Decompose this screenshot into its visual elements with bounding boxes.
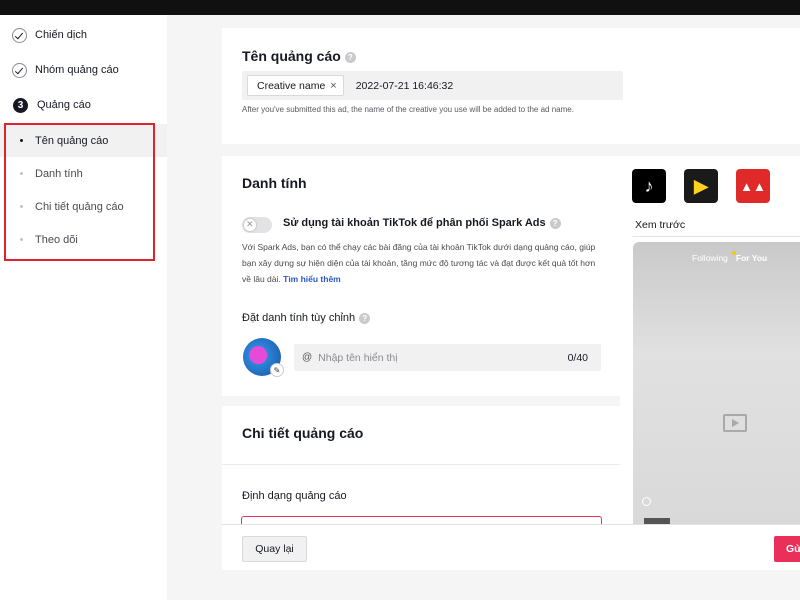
at-icon: @ bbox=[302, 352, 313, 363]
info-icon[interactable]: ? bbox=[549, 217, 561, 229]
step-number-badge: 3 bbox=[13, 97, 28, 113]
sidebar-item-ad-name[interactable]: Tên quảng cáo bbox=[0, 124, 167, 157]
tab-preview[interactable]: Xem trước bbox=[635, 219, 685, 231]
info-icon[interactable]: ? bbox=[359, 312, 371, 324]
bullet-icon bbox=[20, 139, 23, 142]
video-placeholder-icon bbox=[723, 414, 747, 432]
close-icon[interactable]: × bbox=[330, 80, 336, 92]
learn-more-link[interactable]: Tìm hiểu thêm bbox=[283, 274, 341, 284]
char-count: 0/40 bbox=[567, 351, 588, 364]
tiktok-icon[interactable]: ♪ bbox=[632, 169, 666, 203]
ad-details-card: Chi tiết quảng cáo Định dạng quảng cáo bbox=[222, 406, 620, 536]
phone-preview: Following For You bbox=[633, 242, 800, 525]
ad-format-label: Định dạng quảng cáo bbox=[242, 490, 347, 502]
check-icon bbox=[12, 27, 27, 43]
sidebar-item-tracking[interactable]: Theo dõi bbox=[0, 223, 167, 256]
ad-name-field[interactable]: Creative name × 2022-07-21 16:46:32 bbox=[242, 71, 623, 100]
sidebar-step-ad[interactable]: 3 Quảng cáo bbox=[0, 87, 167, 123]
sidebar-item-ad-details[interactable]: Chi tiết quảng cáo bbox=[0, 190, 167, 223]
edit-icon[interactable]: ✎ bbox=[270, 363, 284, 377]
top-bar bbox=[0, 0, 800, 15]
check-icon bbox=[12, 62, 27, 78]
sidebar-step-adgroup[interactable]: Nhóm quảng cáo bbox=[0, 52, 167, 88]
phone-feed-tabs: Following For You bbox=[692, 253, 767, 263]
sidebar-step-label: Nhóm quảng cáo bbox=[35, 64, 119, 76]
footer-bar: Quay lại Gửi bbox=[222, 524, 800, 570]
ad-details-title: Chi tiết quảng cáo bbox=[242, 425, 364, 441]
ad-name-card: Tên quảng cáo? Creative name × 2022-07-2… bbox=[222, 28, 800, 144]
sidebar: Chiến dịch Nhóm quảng cáo 3 Quảng cáo Tê… bbox=[0, 15, 167, 600]
ad-name-hint: After you've submitted this ad, the name… bbox=[242, 105, 574, 114]
spark-ads-label: Sử dụng tài khoản TikTok để phân phối Sp… bbox=[283, 217, 561, 229]
phone-tab-following: Following bbox=[692, 253, 728, 263]
sidebar-step-label: Chiến dịch bbox=[35, 29, 87, 41]
pangle-icon[interactable]: ▲▲ bbox=[736, 169, 770, 203]
bullet-icon bbox=[20, 238, 23, 241]
date-value: 2022-07-21 16:46:32 bbox=[355, 79, 454, 92]
sidebar-item-identity[interactable]: Danh tính bbox=[0, 157, 167, 190]
live-dot-icon bbox=[732, 251, 736, 255]
display-name-input[interactable] bbox=[318, 351, 568, 364]
sidebar-step-label: Quảng cáo bbox=[37, 99, 91, 111]
music-icon bbox=[642, 497, 651, 506]
sidebar-item-label: Tên quảng cáo bbox=[35, 134, 109, 147]
divider bbox=[222, 464, 620, 465]
chip-label: Creative name bbox=[257, 79, 326, 92]
phone-tab-foryou: For You bbox=[735, 253, 768, 263]
sidebar-item-label: Chi tiết quảng cáo bbox=[35, 200, 124, 213]
creative-name-chip[interactable]: Creative name × bbox=[247, 75, 344, 96]
ad-name-title: Tên quảng cáo? bbox=[242, 48, 356, 64]
divider bbox=[633, 236, 800, 237]
custom-identity-label: Đặt danh tính tùy chỉnh? bbox=[242, 312, 371, 324]
display-name-field[interactable]: @ 0/40 bbox=[294, 344, 601, 371]
avatar[interactable]: ✎ bbox=[243, 338, 284, 377]
sidebar-item-label: Theo dõi bbox=[35, 233, 78, 246]
back-button[interactable]: Quay lại bbox=[242, 536, 307, 562]
spark-ads-description: Với Spark Ads, bạn có thể chạy các bài đ… bbox=[242, 242, 596, 284]
sidebar-item-label: Danh tính bbox=[35, 167, 83, 180]
placement-icons: ♪ ▶ ▲▲ bbox=[632, 169, 770, 203]
buzzvideo-icon[interactable]: ▶ bbox=[684, 169, 718, 203]
submit-button[interactable]: Gửi bbox=[774, 536, 800, 562]
spark-ads-toggle[interactable]: ✕ bbox=[242, 217, 272, 233]
sidebar-step-campaign[interactable]: Chiến dịch bbox=[0, 17, 167, 53]
identity-title: Danh tính bbox=[242, 175, 307, 191]
info-icon[interactable]: ? bbox=[344, 51, 356, 63]
bullet-icon bbox=[20, 172, 23, 175]
bullet-icon bbox=[20, 205, 23, 208]
